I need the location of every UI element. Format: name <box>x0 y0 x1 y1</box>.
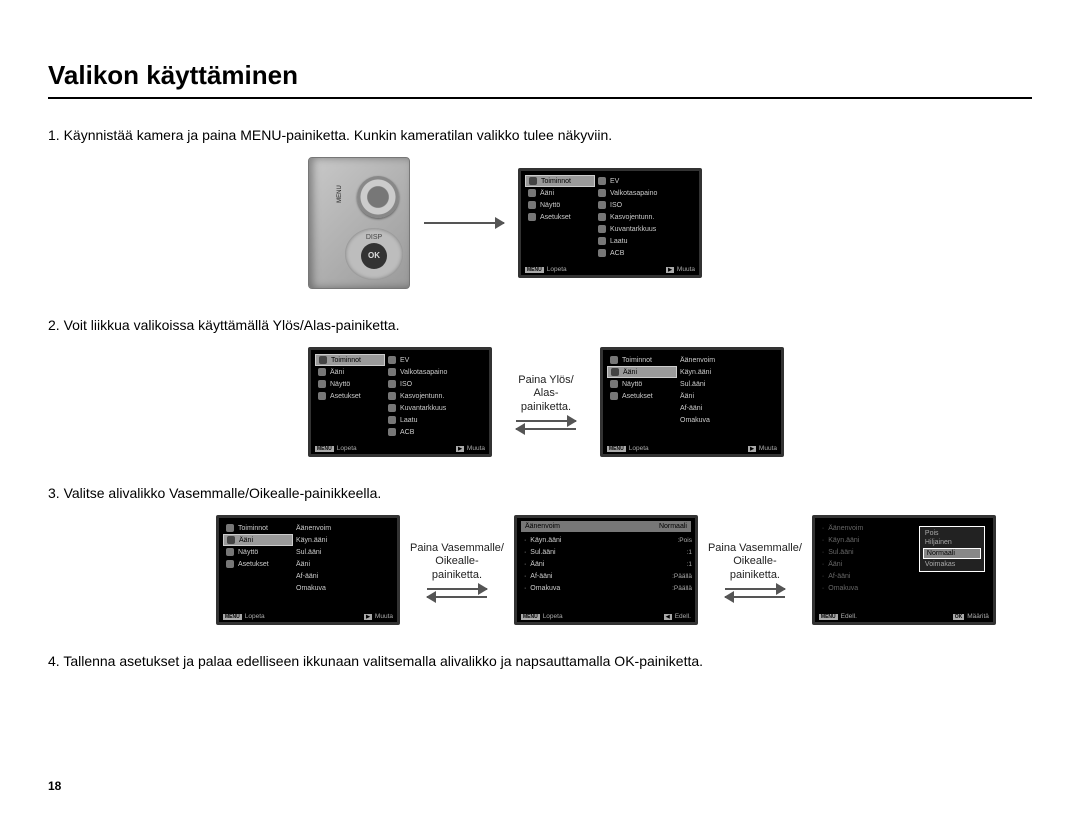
step-4-text: 4. Tallenna asetukset ja palaa edellisee… <box>48 653 1032 669</box>
menu-screen-functions-2: Toiminnot Ääni Näyttö Asetukset EV Valko… <box>308 347 492 457</box>
arrow-right-icon <box>725 588 785 590</box>
arrow-left-icon <box>725 596 785 598</box>
menu-screen-sound: Toiminnot Ääni Näyttö Asetukset Äänenvoi… <box>600 347 784 457</box>
menu-screen-popup: · Äänenvoim · Käyn.ääni · Sul.ääni · Ään… <box>812 515 996 625</box>
step-3-text: 3. Valitse alivalikko Vasemmalle/Oikeall… <box>48 485 1032 501</box>
menu-screen-sound-2: Toiminnot Ääni Näyttö Asetukset Äänenvoi… <box>216 515 400 625</box>
menu-screen-sound-values: ÄänenvoimNormaali · Käyn.ääni:Pois · Sul… <box>514 515 698 625</box>
label-updown: Paina Ylös/ Alas- painiketta. <box>518 374 573 414</box>
step-1-text: 1. Käynnistää kamera ja paina MENU-paini… <box>48 127 1032 143</box>
arrow-right-icon <box>424 222 504 224</box>
arrow-right-icon <box>427 588 487 590</box>
arrow-right-icon <box>516 420 576 422</box>
page-title: Valikon käyttäminen <box>48 60 1032 99</box>
menu-screen-functions: Toiminnot Ääni Näyttö Asetukset EV Valko… <box>518 168 702 278</box>
camera-illustration: MENU DISP OK <box>308 157 410 289</box>
arrow-left-icon <box>516 428 576 430</box>
label-leftright-2: Paina Vasemmalle/ Oikealle- painiketta. <box>708 542 802 582</box>
page-number: 18 <box>48 779 61 793</box>
step-2-text: 2. Voit liikkua valikoissa käyttämällä Y… <box>48 317 1032 333</box>
arrow-left-icon <box>427 596 487 598</box>
label-leftright-1: Paina Vasemmalle/ Oikealle- painiketta. <box>410 542 504 582</box>
volume-popup: Pois Hiljainen Normaali Voimakas <box>919 526 985 572</box>
